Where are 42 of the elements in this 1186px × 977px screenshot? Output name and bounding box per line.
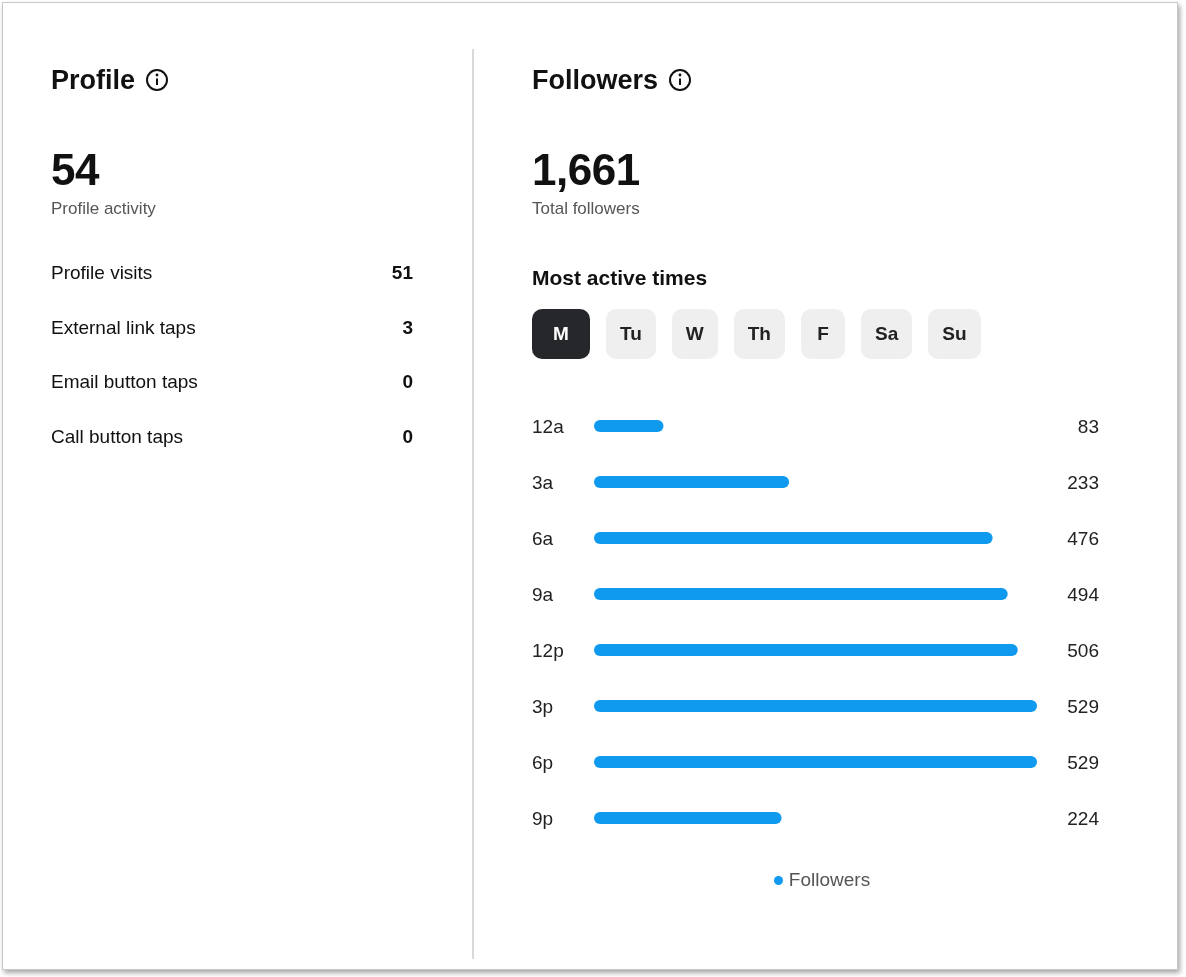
axis-label: 3p bbox=[532, 696, 554, 717]
axis-label: 9p bbox=[532, 808, 554, 829]
day-tab[interactable]: Th bbox=[733, 309, 785, 359]
panel-title: Followers bbox=[532, 64, 659, 96]
total-label: Total followers bbox=[532, 199, 641, 219]
total-label: Profile activity bbox=[51, 199, 157, 219]
section-title: Most active times bbox=[532, 265, 709, 291]
metric-value: 0 bbox=[402, 425, 413, 448]
metric-label: External link taps bbox=[51, 316, 196, 339]
total-value: 1,661 bbox=[532, 147, 641, 193]
info-icon[interactable] bbox=[145, 68, 170, 92]
day-tab[interactable]: F bbox=[800, 309, 845, 359]
panel-title: Profile bbox=[51, 64, 136, 96]
axis-label: 12a bbox=[532, 416, 564, 437]
axis-label: 3a bbox=[532, 472, 554, 493]
metric-label: Call button taps bbox=[51, 425, 184, 448]
bar bbox=[594, 420, 664, 432]
value-label: 83 bbox=[1077, 416, 1099, 437]
value-label: 506 bbox=[1067, 640, 1099, 661]
axis-label: 9a bbox=[532, 584, 554, 605]
legend-label: Followers bbox=[788, 869, 871, 891]
day-tab[interactable]: Su bbox=[928, 309, 981, 359]
value-label: 476 bbox=[1067, 528, 1099, 549]
info-icon[interactable] bbox=[668, 68, 693, 92]
value-label: 529 bbox=[1067, 696, 1099, 717]
value-label: 224 bbox=[1067, 808, 1099, 829]
axis-label: 6a bbox=[532, 528, 554, 549]
value-label: 233 bbox=[1067, 472, 1099, 493]
day-tab[interactable]: Tu bbox=[606, 309, 656, 359]
axis-label: 12p bbox=[532, 640, 564, 661]
day-tab[interactable]: W bbox=[671, 309, 718, 359]
metric-value: 51 bbox=[391, 262, 413, 285]
metric-value: 3 bbox=[402, 316, 413, 339]
metric-label: Profile visits bbox=[51, 262, 153, 285]
metric-label: Email button taps bbox=[51, 371, 198, 394]
day-tab[interactable]: M bbox=[532, 309, 590, 359]
value-label: 529 bbox=[1067, 752, 1099, 773]
axis-label: 6p bbox=[532, 752, 554, 773]
value-label: 494 bbox=[1067, 584, 1099, 605]
day-tab[interactable]: Sa bbox=[860, 309, 913, 359]
metric-value: 0 bbox=[402, 371, 413, 394]
total-value: 54 bbox=[51, 147, 101, 193]
